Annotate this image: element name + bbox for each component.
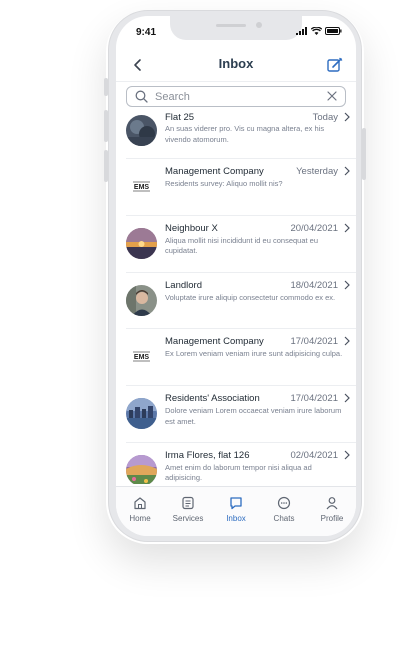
message-preview: An suas viderer pro. Vis cu magna altera…: [165, 124, 325, 144]
sender-name: Residents' Association: [165, 393, 260, 405]
compose-button[interactable]: [326, 56, 344, 74]
power-button: [362, 128, 366, 180]
sender-name: Landlord: [165, 279, 202, 291]
chevron-right-icon: [344, 280, 350, 290]
sender-name: Management Company: [165, 166, 264, 177]
message-preview: Aliqua mollit nisi incididunt id eu cons…: [165, 235, 319, 256]
tab-home[interactable]: Home: [116, 487, 164, 536]
profile-icon: [326, 497, 338, 510]
message-preview: Ex Lorem veniam veniam irure sunt adipis…: [165, 349, 343, 359]
sender-name: Management Company: [165, 336, 264, 348]
phone-screen: 9:41 Inbox Search Flat 25 Today An suas …: [116, 16, 356, 536]
message-list: Flat 25 Today An suas viderer pro. Vis c…: [116, 112, 356, 484]
search-input[interactable]: [155, 89, 315, 104]
battery-icon: [325, 27, 342, 35]
ems-logo: EMS: [126, 341, 157, 373]
sunset-avatar: [126, 227, 157, 259]
tab-label: Profile: [320, 514, 344, 523]
person-avatar: [126, 284, 157, 316]
notch: [170, 16, 302, 40]
tab-label: Services: [172, 514, 204, 523]
page-title: Inbox: [218, 56, 254, 71]
message-preview: Dolore veniam Lorem occaecat veniam irur…: [165, 406, 342, 426]
message-date: 02/04/2021: [290, 449, 338, 461]
search-icon: [135, 90, 148, 103]
status-icons: [296, 27, 342, 35]
chevron-right-icon: [344, 166, 350, 176]
city-avatar: [126, 398, 157, 430]
tab-chats[interactable]: Chats: [260, 487, 308, 536]
ems-logo: EMS: [126, 171, 157, 202]
photo-avatar: [126, 115, 157, 146]
message-row[interactable]: Landlord 18/04/2021 Voluptate irure aliq…: [126, 273, 356, 330]
status-time: 9:41: [136, 27, 157, 38]
services-icon: [182, 496, 194, 510]
wifi-icon: [311, 27, 322, 35]
tab-inbox[interactable]: Inbox: [212, 487, 260, 536]
message-row[interactable]: Flat 25 Today An suas viderer pro. Vis c…: [126, 112, 356, 159]
ems-logo-text: EMS: [134, 354, 150, 361]
message-preview: Voluptate irure aliquip consectetur comm…: [165, 292, 336, 302]
speaker-grille: [216, 24, 246, 27]
message-row[interactable]: Residents' Association 17/04/2021 Dolore…: [126, 386, 356, 443]
message-date: 17/04/2021: [290, 336, 338, 348]
message-date: 18/04/2021: [290, 279, 338, 291]
tab-label: Inbox: [226, 514, 246, 523]
sender-name: Irma Flores, flat 126: [165, 449, 250, 461]
chevron-right-icon: [344, 336, 350, 346]
message-row[interactable]: EMS Management Company Yesterday Residen…: [126, 159, 356, 216]
search-bar: [126, 86, 346, 107]
tab-bar: Home Services Inbox Chats Profile: [116, 486, 356, 536]
message-preview: Amet enim do laborum tempor nisi aliqua …: [165, 462, 312, 483]
tab-services[interactable]: Services: [164, 487, 212, 536]
message-row[interactable]: Irma Flores, flat 126 02/04/2021 Amet en…: [126, 443, 356, 484]
message-date: Yesterday: [296, 166, 338, 177]
chevron-right-icon: [344, 450, 350, 460]
sender-name: Flat 25: [165, 112, 195, 123]
tab-profile[interactable]: Profile: [308, 487, 356, 536]
signal-icon: [296, 27, 307, 35]
message-date: 17/04/2021: [290, 393, 338, 405]
message-date: 20/04/2021: [290, 222, 338, 234]
message-preview: Residents survey: Aliquo mollit nis?: [165, 179, 283, 188]
volume-down-button: [104, 150, 108, 182]
message-row[interactable]: Neighbour X 20/04/2021 Aliqua mollit nis…: [126, 216, 356, 273]
chats-icon: [277, 496, 291, 510]
compose-icon: [327, 57, 343, 72]
clear-search-icon[interactable]: [327, 91, 337, 101]
tab-label: Home: [129, 514, 151, 523]
front-camera: [256, 22, 262, 28]
message-row[interactable]: EMS Management Company 17/04/2021 Ex Lor…: [126, 329, 356, 387]
message-date: Today: [312, 112, 338, 123]
volume-up-button: [104, 110, 108, 142]
mute-switch: [104, 78, 108, 96]
sender-name: Neighbour X: [165, 222, 218, 234]
tab-label: Chats: [273, 514, 295, 523]
ems-logo-text: EMS: [134, 184, 150, 191]
chevron-right-icon: [344, 223, 350, 233]
chevron-right-icon: [344, 393, 350, 403]
inbox-header: Inbox: [116, 48, 356, 82]
flowers-avatar: [126, 454, 157, 484]
home-icon: [134, 497, 146, 510]
chevron-right-icon: [344, 112, 350, 122]
inbox-icon: [230, 497, 242, 510]
